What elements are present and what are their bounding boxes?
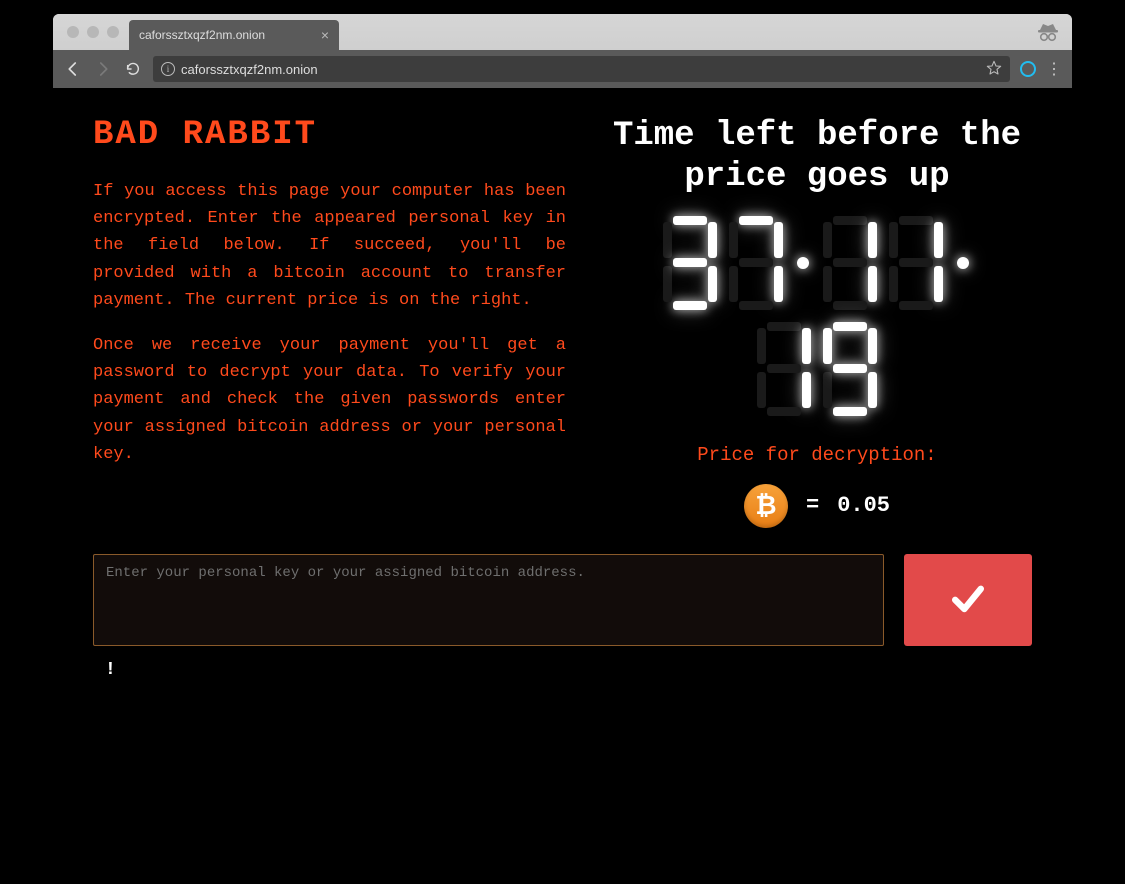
check-icon xyxy=(946,576,990,623)
clock-colon xyxy=(955,216,971,310)
personal-key-input[interactable] xyxy=(93,554,884,646)
price-row: ₿ = 0.05 xyxy=(602,484,1032,528)
digit-9 xyxy=(823,322,877,416)
menu-icon[interactable]: ⋮ xyxy=(1046,59,1062,79)
digit-3 xyxy=(663,216,717,310)
site-info-icon[interactable]: i xyxy=(161,62,175,76)
browser-tab[interactable]: caforssztxqzf2nm.onion × xyxy=(129,20,339,50)
close-window-icon[interactable] xyxy=(67,26,79,38)
profile-icon[interactable] xyxy=(1020,61,1036,77)
close-tab-icon[interactable]: × xyxy=(321,27,329,43)
maximize-window-icon[interactable] xyxy=(107,26,119,38)
window-controls[interactable] xyxy=(53,14,129,38)
url-text: caforssztxqzf2nm.onion xyxy=(181,62,318,77)
price-value: 0.05 xyxy=(837,493,890,518)
digit-1 xyxy=(889,216,943,310)
digit-1 xyxy=(823,216,877,310)
clock-colon xyxy=(795,216,811,310)
price-label: Price for decryption: xyxy=(602,444,1032,466)
instruction-paragraph-1: If you access this page your computer ha… xyxy=(93,178,566,314)
address-bar-row: i caforssztxqzf2nm.onion ⋮ xyxy=(53,50,1072,88)
digit-7 xyxy=(729,216,783,310)
browser-window: caforssztxqzf2nm.onion × i caforssztxqzf… xyxy=(53,14,1072,870)
status-indicator: ! xyxy=(105,660,1032,680)
page-content: BAD RABBIT If you access this page your … xyxy=(53,88,1072,870)
bitcoin-icon: ₿ xyxy=(744,484,788,528)
equals-sign: = xyxy=(806,493,819,518)
page-title: BAD RABBIT xyxy=(93,116,566,154)
countdown-header: Time left before the price goes up xyxy=(602,116,1032,198)
countdown-clock xyxy=(607,216,1027,416)
minimize-window-icon[interactable] xyxy=(87,26,99,38)
back-button[interactable] xyxy=(63,59,83,79)
tab-title: caforssztxqzf2nm.onion xyxy=(139,28,315,42)
incognito-icon xyxy=(1036,20,1060,49)
forward-button[interactable] xyxy=(93,59,113,79)
bookmark-star-icon[interactable] xyxy=(986,60,1002,79)
instruction-paragraph-2: Once we receive your payment you'll get … xyxy=(93,332,566,468)
digit-1 xyxy=(757,322,811,416)
tab-strip: caforssztxqzf2nm.onion × xyxy=(53,14,1072,50)
submit-button[interactable] xyxy=(904,554,1032,646)
reload-button[interactable] xyxy=(123,59,143,79)
address-field[interactable]: i caforssztxqzf2nm.onion xyxy=(153,56,1010,82)
